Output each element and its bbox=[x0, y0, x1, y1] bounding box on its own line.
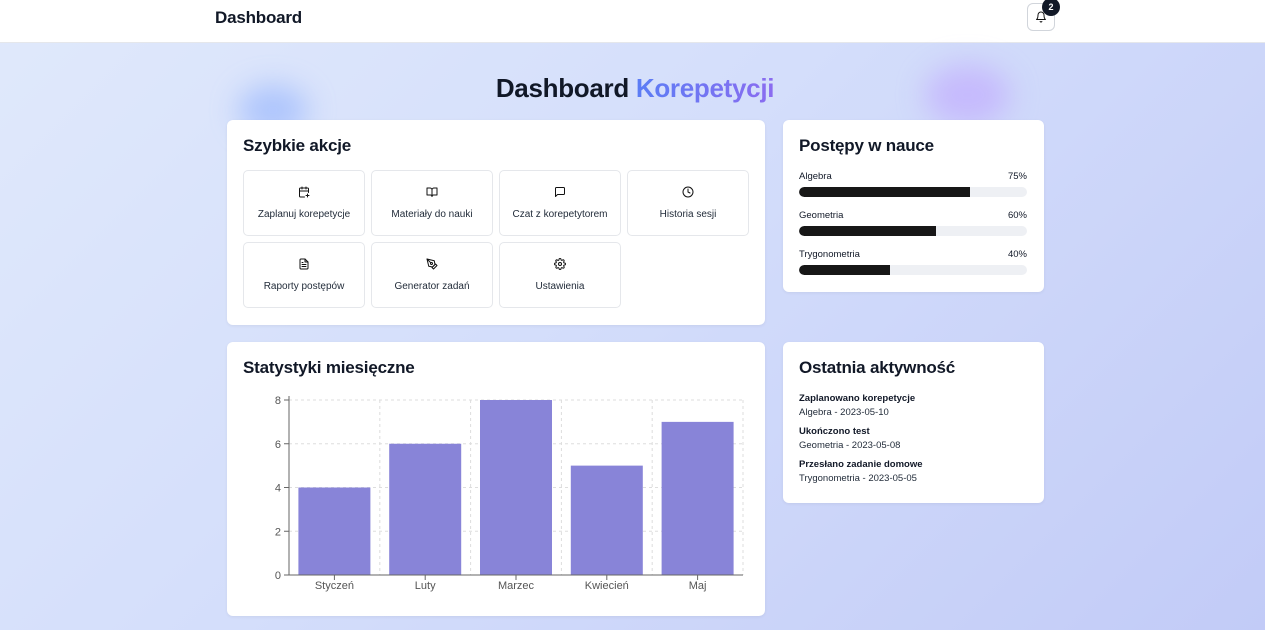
quick-actions-card: Szybkie akcje Zaplanuj korepetycje Mater… bbox=[227, 120, 765, 325]
activity-detail: Geometria - 2023-05-08 bbox=[799, 440, 901, 451]
action-label: Materiały do nauki bbox=[391, 209, 473, 220]
session-history-button[interactable]: Historia sesji bbox=[627, 170, 749, 236]
monthly-stats-card: Statystyki miesięczne 0 2 4 6 8 Styczeń Luty Ma… bbox=[227, 342, 765, 616]
file-text-icon bbox=[299, 258, 309, 270]
recent-activity-card: Ostatnia aktywność Zaplanowano korepetyc… bbox=[783, 342, 1044, 503]
gear-icon bbox=[554, 258, 566, 270]
learning-progress-card: Postępy w nauce Algebra 75% Geometria 60… bbox=[783, 120, 1044, 292]
y-tick-label: 6 bbox=[275, 439, 281, 451]
y-tick-label: 4 bbox=[275, 483, 281, 495]
action-label: Ustawienia bbox=[535, 281, 585, 292]
activity-title: Przesłano zadanie domowe bbox=[799, 459, 923, 470]
progress-percent: 40% bbox=[1007, 249, 1027, 260]
settings-button[interactable]: Ustawienia bbox=[499, 242, 621, 308]
progress-percent: 60% bbox=[1007, 210, 1027, 221]
learning-materials-button[interactable]: Materiały do nauki bbox=[371, 170, 493, 236]
progress-track bbox=[799, 187, 1027, 197]
progress-fill bbox=[799, 187, 970, 197]
progress-subject: Geometria bbox=[799, 210, 844, 221]
x-tick-label: Luty bbox=[415, 580, 436, 592]
chart-bar bbox=[570, 465, 643, 575]
progress-percent: 75% bbox=[1007, 171, 1027, 182]
action-label: Zaplanuj korepetycje bbox=[257, 209, 351, 220]
chart-bar bbox=[389, 443, 462, 575]
y-tick-label: 0 bbox=[275, 570, 281, 582]
progress-track bbox=[799, 265, 1027, 275]
y-tick-label: 8 bbox=[275, 395, 281, 407]
pen-tool-icon bbox=[426, 258, 438, 270]
book-icon bbox=[426, 187, 438, 197]
progress-item-geometry: Geometria 60% bbox=[799, 210, 1027, 236]
calendar-plus-icon bbox=[299, 186, 310, 198]
activity-item: Ukończono test Geometria - 2023-05-08 bbox=[799, 426, 900, 451]
x-tick-label: Marzec bbox=[498, 580, 535, 592]
page-title: Dashboard Korepetycji bbox=[0, 73, 1265, 104]
progress-reports-button[interactable]: Raporty postępów bbox=[243, 242, 365, 308]
progress-item-algebra: Algebra 75% bbox=[799, 171, 1027, 197]
progress-fill bbox=[799, 226, 936, 236]
clock-icon bbox=[682, 186, 694, 198]
progress-item-trigonometry: Trygonometria 40% bbox=[799, 249, 1027, 275]
chat-icon bbox=[555, 187, 565, 197]
x-tick-label: Kwiecień bbox=[585, 580, 629, 592]
chart-bar bbox=[298, 487, 371, 575]
activity-detail: Trygonometria - 2023-05-05 bbox=[799, 473, 917, 484]
activity-item: Zaplanowano korepetycje Algebra - 2023-0… bbox=[799, 393, 915, 418]
action-label: Czat z korepetytorem bbox=[512, 209, 608, 220]
activity-item: Przesłano zadanie domowe Trygonometria -… bbox=[799, 459, 923, 484]
activity-title: Ukończono test bbox=[799, 426, 870, 437]
progress-fill bbox=[799, 265, 891, 275]
y-tick-label: 2 bbox=[275, 526, 281, 538]
card-title: Szybkie akcje bbox=[243, 136, 351, 155]
schedule-tutoring-button[interactable]: Zaplanuj korepetycje bbox=[243, 170, 365, 236]
task-generator-button[interactable]: Generator zadań bbox=[371, 242, 493, 308]
card-title: Postępy w nauce bbox=[799, 136, 934, 155]
activity-detail: Algebra - 2023-05-10 bbox=[799, 407, 889, 418]
card-title: Ostatnia aktywność bbox=[799, 358, 956, 377]
app-title: Dashboard bbox=[215, 8, 302, 27]
x-tick-label: Maj bbox=[689, 580, 707, 592]
page-title-accent: Korepetycji bbox=[635, 73, 775, 103]
progress-subject: Trygonometria bbox=[799, 249, 860, 260]
chart-bar bbox=[480, 400, 552, 575]
top-bar: Dashboard bbox=[0, 0, 1265, 43]
action-label: Historia sesji bbox=[659, 209, 717, 220]
action-label: Raporty postępów bbox=[263, 281, 345, 292]
chart-bar bbox=[661, 421, 734, 575]
quick-actions-grid: Zaplanuj korepetycje Materiały do nauki … bbox=[243, 170, 749, 308]
x-tick-label: Styczeń bbox=[315, 580, 354, 592]
progress-subject: Algebra bbox=[799, 171, 832, 182]
progress-track bbox=[799, 226, 1027, 236]
page-title-main: Dashboard bbox=[495, 73, 629, 103]
monthly-stats-chart: 0 2 4 6 8 Styczeń Luty Marzec Kwiecień Maj bbox=[275, 395, 744, 592]
activity-title: Zaplanowano korepetycje bbox=[799, 393, 916, 404]
action-label: Generator zadań bbox=[394, 281, 470, 292]
tutor-chat-button[interactable]: Czat z korepetytorem bbox=[499, 170, 621, 236]
